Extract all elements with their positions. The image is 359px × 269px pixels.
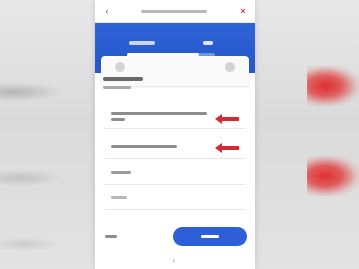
section-title-blur (103, 77, 143, 81)
next-button[interactable] (173, 226, 247, 246)
info-card (101, 56, 249, 86)
form-row-4[interactable] (105, 187, 245, 210)
banner-value-blur (203, 41, 213, 45)
banner-label-blur (129, 41, 155, 45)
text-blur (111, 112, 207, 115)
blurred-red-arrow (307, 156, 359, 196)
text-blur (105, 234, 117, 238)
text-blur (201, 234, 219, 238)
step-icon (115, 62, 125, 72)
blurred-red-arrow (307, 66, 359, 106)
phone-screen: ‹ × ‹ (95, 0, 255, 269)
step-icon (225, 62, 235, 72)
back-arrow-icon[interactable]: ‹ (101, 5, 113, 17)
text-blur (111, 196, 127, 199)
chevron-left-icon[interactable]: ‹ (169, 255, 179, 265)
red-arrow-icon (215, 114, 239, 124)
title-bar: ‹ × (95, 0, 255, 23)
close-icon[interactable]: × (237, 5, 249, 17)
text-blur (111, 118, 125, 121)
text-blur (111, 171, 131, 174)
section-subtitle-blur (103, 86, 131, 89)
page-title-blur (141, 10, 207, 13)
footer-bar (95, 222, 255, 250)
red-arrow-icon (215, 143, 239, 153)
text-blur (111, 145, 177, 148)
back-button[interactable] (103, 234, 117, 238)
form-row-3[interactable] (105, 162, 245, 185)
